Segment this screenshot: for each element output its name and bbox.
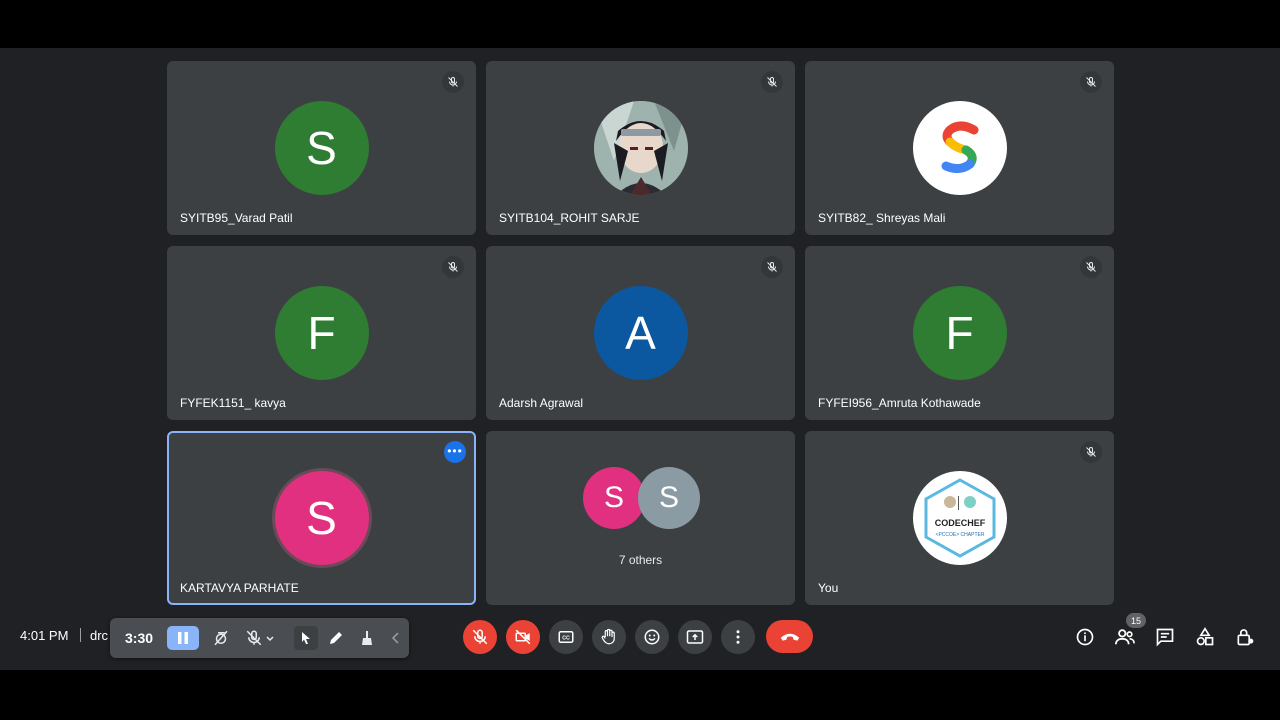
avatar: F xyxy=(912,286,1007,380)
participant-tile-active-speaker[interactable]: ••• S KARTAVYA PARHATE xyxy=(167,431,476,605)
participant-tile[interactable]: F FYFEK1151_ kavya xyxy=(167,246,476,420)
call-end-icon xyxy=(780,633,799,641)
meeting-clock: 4:01 PM xyxy=(20,628,69,643)
emoji-icon xyxy=(644,629,660,645)
more-options-icon[interactable]: ••• xyxy=(444,441,466,463)
participant-tile[interactable]: A Adarsh Agrawal xyxy=(486,246,795,420)
lock-person-icon xyxy=(1237,629,1254,646)
more-options-button[interactable] xyxy=(721,620,755,654)
participant-name: SYITB82_ Shreyas Mali xyxy=(818,211,946,225)
camera-off-icon xyxy=(214,630,228,646)
participant-tile[interactable]: SYITB82_ Shreyas Mali xyxy=(805,61,1114,235)
codechef-logo: CODECHEF <PCCOE> CHAPTER xyxy=(912,471,1007,565)
mic-off-icon xyxy=(1080,256,1102,278)
participant-tile[interactable]: S SYITB95_Varad Patil xyxy=(167,61,476,235)
avatar: S xyxy=(274,471,369,565)
avatar: A xyxy=(593,286,688,380)
participant-name: You xyxy=(818,581,839,595)
svg-text:CC: CC xyxy=(562,636,570,642)
present-screen-button[interactable] xyxy=(678,620,712,654)
chevron-down-icon[interactable] xyxy=(264,626,276,650)
activities-icon xyxy=(1196,627,1214,646)
host-controls-button[interactable] xyxy=(1233,625,1257,649)
participant-tile[interactable]: F FYFEI956_Amruta Kothawade xyxy=(805,246,1114,420)
participant-name: Adarsh Agrawal xyxy=(499,396,584,410)
hand-icon xyxy=(601,628,615,645)
people-count-badge: 15 xyxy=(1126,613,1146,628)
others-count-label: 7 others xyxy=(618,553,663,567)
activities-button[interactable] xyxy=(1193,625,1217,649)
closed-captions-icon: CC xyxy=(558,631,574,643)
people-icon xyxy=(1115,629,1135,645)
avatar: S xyxy=(274,101,369,195)
info-icon xyxy=(1076,628,1094,646)
pen-tool-button[interactable] xyxy=(324,626,348,650)
eraser-tool-button[interactable] xyxy=(355,626,379,650)
self-tile[interactable]: CODECHEF <PCCOE> CHAPTER You xyxy=(805,431,1114,605)
pen-icon xyxy=(330,632,342,644)
meeting-stage: S SYITB95_Varad Patil SYITB104_ROHIT SAR… xyxy=(0,48,1280,670)
mic-off-icon xyxy=(246,630,262,646)
raise-hand-button[interactable] xyxy=(592,620,626,654)
pause-icon xyxy=(178,632,188,644)
divider xyxy=(80,628,81,642)
microphone-toggle-button[interactable] xyxy=(463,620,497,654)
participant-name: FYFEK1151_ kavya xyxy=(180,396,286,410)
camera-toggle-button[interactable] xyxy=(506,620,540,654)
participant-name: FYFEI956_Amruta Kothawade xyxy=(818,396,981,410)
svg-text:CODECHEF: CODECHEF xyxy=(934,518,985,528)
anime-portrait-image xyxy=(593,101,688,195)
camera-off-button[interactable] xyxy=(209,626,233,650)
people-button[interactable] xyxy=(1113,625,1137,649)
avatar: F xyxy=(274,286,369,380)
avatar xyxy=(912,101,1007,195)
mic-off-icon xyxy=(442,71,464,93)
mic-off-icon xyxy=(472,629,488,645)
avatar: S xyxy=(583,467,645,529)
google-s-logo xyxy=(941,121,978,174)
avatar xyxy=(593,101,688,195)
cursor-icon xyxy=(302,632,310,644)
participant-name: KARTAVYA PARHATE xyxy=(180,581,299,595)
svg-text:<PCCOE> CHAPTER: <PCCOE> CHAPTER xyxy=(935,532,984,538)
mic-off-icon xyxy=(761,256,783,278)
leave-call-button[interactable] xyxy=(766,620,813,653)
others-tile[interactable]: S S 7 others xyxy=(486,431,795,605)
participant-name: SYITB95_Varad Patil xyxy=(180,211,293,225)
collapse-toolbar-button[interactable] xyxy=(386,626,406,650)
mic-off-button[interactable] xyxy=(242,626,266,650)
captions-button[interactable]: CC xyxy=(549,620,583,654)
videocam-off-icon xyxy=(515,629,531,645)
pointer-tool-button[interactable] xyxy=(294,626,318,650)
chat-icon xyxy=(1156,628,1174,647)
meeting-details-button[interactable] xyxy=(1073,625,1097,649)
avatar: S xyxy=(638,467,700,529)
chevron-left-icon xyxy=(391,632,399,644)
mic-off-icon xyxy=(1080,71,1102,93)
mic-off-icon xyxy=(442,256,464,278)
mic-off-icon xyxy=(1080,441,1102,463)
present-to-all-icon xyxy=(686,630,704,644)
meeting-code: drc xyxy=(90,628,109,643)
more-vert-icon xyxy=(736,630,740,644)
annotation-timer: 3:30 xyxy=(125,630,154,646)
mic-off-icon xyxy=(761,71,783,93)
chat-button[interactable] xyxy=(1153,625,1177,649)
participant-name: SYITB104_ROHIT SARJE xyxy=(499,211,640,225)
codechef-hexagon: CODECHEF <PCCOE> CHAPTER xyxy=(924,478,995,558)
participant-tile[interactable]: SYITB104_ROHIT SARJE xyxy=(486,61,795,235)
broom-icon xyxy=(362,631,372,645)
reactions-button[interactable] xyxy=(635,620,669,654)
annotation-toolbar: 3:30 xyxy=(110,618,409,658)
pause-button[interactable] xyxy=(167,626,199,650)
